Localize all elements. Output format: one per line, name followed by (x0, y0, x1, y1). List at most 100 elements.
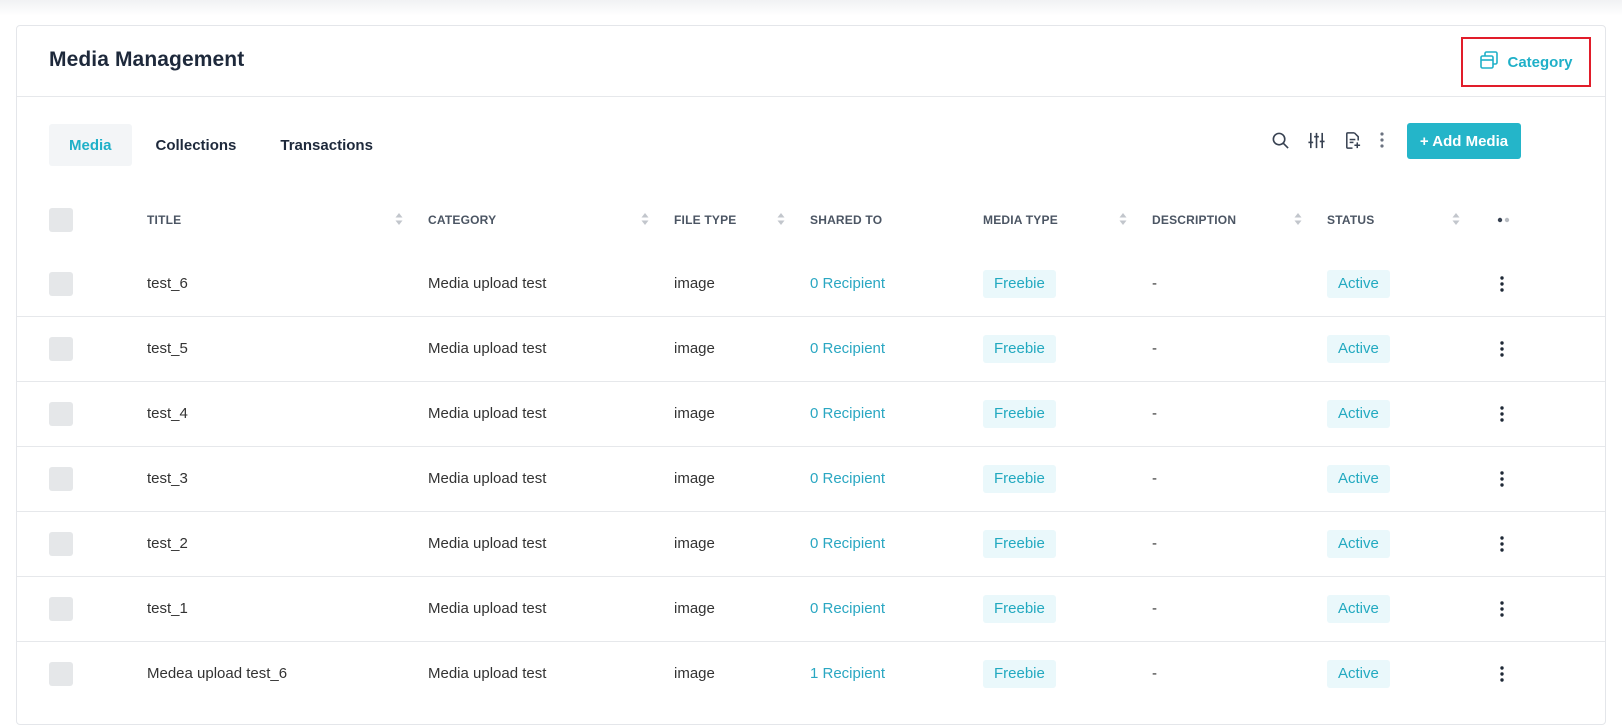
cell-shared-to-link[interactable]: 0 Recipient (810, 469, 885, 489)
column-header-title[interactable]: TITLE (147, 213, 181, 227)
cell-file-type: image (674, 535, 715, 552)
cell-file-type: image (674, 665, 715, 682)
column-header-description[interactable]: DESCRIPTION (1152, 213, 1236, 227)
status-badge: Active (1327, 530, 1390, 558)
media-type-badge: Freebie (983, 595, 1056, 623)
sort-icon[interactable] (777, 212, 785, 226)
search-icon[interactable] (1269, 129, 1291, 151)
cell-description: - (1152, 470, 1157, 487)
cell-category: Media upload test (428, 340, 547, 357)
cell-shared-to-link[interactable]: 0 Recipient (810, 274, 885, 294)
status-badge: Active (1327, 335, 1390, 363)
cell-description: - (1152, 665, 1157, 682)
row-checkbox[interactable] (49, 337, 73, 361)
column-header-media-type[interactable]: MEDIA TYPE (983, 213, 1058, 227)
cell-category: Media upload test (428, 665, 547, 682)
cell-file-type: image (674, 275, 715, 292)
column-header-status[interactable]: STATUS (1327, 213, 1374, 227)
row-checkbox[interactable] (49, 662, 73, 686)
cell-file-type: image (674, 405, 715, 422)
cell-title[interactable]: test_3 (147, 469, 188, 489)
cell-shared-to-link[interactable]: 0 Recipient (810, 339, 885, 359)
more-vertical-icon[interactable] (1377, 129, 1387, 151)
row-actions-more-icon[interactable] (1495, 598, 1509, 620)
top-shadow (0, 0, 1622, 16)
column-header-category[interactable]: CATEGORY (428, 213, 496, 227)
cell-description: - (1152, 600, 1157, 617)
sort-icon[interactable] (1452, 212, 1460, 226)
tab-media[interactable]: Media (49, 124, 132, 166)
row-checkbox[interactable] (49, 402, 73, 426)
status-badge: Active (1327, 660, 1390, 688)
filter-sliders-icon[interactable] (1305, 129, 1327, 151)
sort-icon[interactable] (641, 212, 649, 226)
row-checkbox[interactable] (49, 597, 73, 621)
export-document-icon[interactable] (1341, 129, 1363, 151)
media-type-badge: Freebie (983, 465, 1056, 493)
status-badge: Active (1327, 595, 1390, 623)
cell-description: - (1152, 405, 1157, 422)
sort-icon[interactable] (395, 212, 403, 226)
status-badge: Active (1327, 400, 1390, 428)
row-divider (17, 381, 1605, 382)
tab-collections[interactable]: Collections (136, 124, 257, 166)
cell-description: - (1152, 340, 1157, 357)
category-button-label: Category (1507, 53, 1573, 71)
cell-shared-to-link[interactable]: 0 Recipient (810, 404, 885, 424)
row-checkbox[interactable] (49, 467, 73, 491)
cell-title[interactable]: test_1 (147, 599, 188, 619)
cell-file-type: image (674, 340, 715, 357)
cell-description: - (1152, 535, 1157, 552)
add-media-button[interactable]: + Add Media (1407, 123, 1521, 159)
row-divider (17, 316, 1605, 317)
cell-category: Media upload test (428, 470, 547, 487)
sort-icon[interactable] (1294, 212, 1302, 226)
media-type-badge: Freebie (983, 660, 1056, 688)
row-actions-more-icon[interactable] (1495, 338, 1509, 360)
row-checkbox[interactable] (49, 532, 73, 556)
row-actions-more-icon[interactable] (1495, 468, 1509, 490)
row-actions-more-icon[interactable] (1495, 273, 1509, 295)
category-button[interactable]: Category (1461, 37, 1591, 87)
cell-shared-to-link[interactable]: 0 Recipient (810, 599, 885, 619)
column-settings-icon[interactable] (1496, 217, 1514, 223)
cell-file-type: image (674, 470, 715, 487)
cell-shared-to-link[interactable]: 0 Recipient (810, 534, 885, 554)
column-header-file-type[interactable]: FILE TYPE (674, 213, 736, 227)
cell-category: Media upload test (428, 405, 547, 422)
row-checkbox[interactable] (49, 272, 73, 296)
cell-title[interactable]: test_2 (147, 534, 188, 554)
tab-bar: Media Collections Transactions (49, 124, 397, 166)
row-divider (17, 446, 1605, 447)
row-divider (17, 641, 1605, 642)
media-type-badge: Freebie (983, 400, 1056, 428)
category-stack-icon (1479, 50, 1499, 74)
cell-shared-to-link[interactable]: 1 Recipient (810, 664, 885, 684)
cell-category: Media upload test (428, 600, 547, 617)
tab-transactions[interactable]: Transactions (260, 124, 393, 166)
media-type-badge: Freebie (983, 530, 1056, 558)
table-toolbar (1269, 129, 1387, 151)
column-header-shared-to: SHARED TO (810, 213, 883, 227)
row-actions-more-icon[interactable] (1495, 403, 1509, 425)
cell-title[interactable]: test_6 (147, 274, 188, 294)
media-management-card: Media Management Category Media Collecti… (16, 25, 1606, 725)
row-divider (17, 576, 1605, 577)
select-all-checkbox[interactable] (49, 208, 73, 232)
card-header: Media Management Category (17, 26, 1605, 97)
cell-description: - (1152, 275, 1157, 292)
row-divider (17, 511, 1605, 512)
status-badge: Active (1327, 465, 1390, 493)
cell-category: Media upload test (428, 535, 547, 552)
cell-category: Media upload test (428, 275, 547, 292)
media-type-badge: Freebie (983, 270, 1056, 298)
status-badge: Active (1327, 270, 1390, 298)
cell-title[interactable]: test_4 (147, 404, 188, 424)
row-actions-more-icon[interactable] (1495, 533, 1509, 555)
cell-file-type: image (674, 600, 715, 617)
row-actions-more-icon[interactable] (1495, 663, 1509, 685)
sort-icon[interactable] (1119, 212, 1127, 226)
media-type-badge: Freebie (983, 335, 1056, 363)
cell-title[interactable]: Medea upload test_6 (147, 664, 287, 684)
cell-title[interactable]: test_5 (147, 339, 188, 359)
